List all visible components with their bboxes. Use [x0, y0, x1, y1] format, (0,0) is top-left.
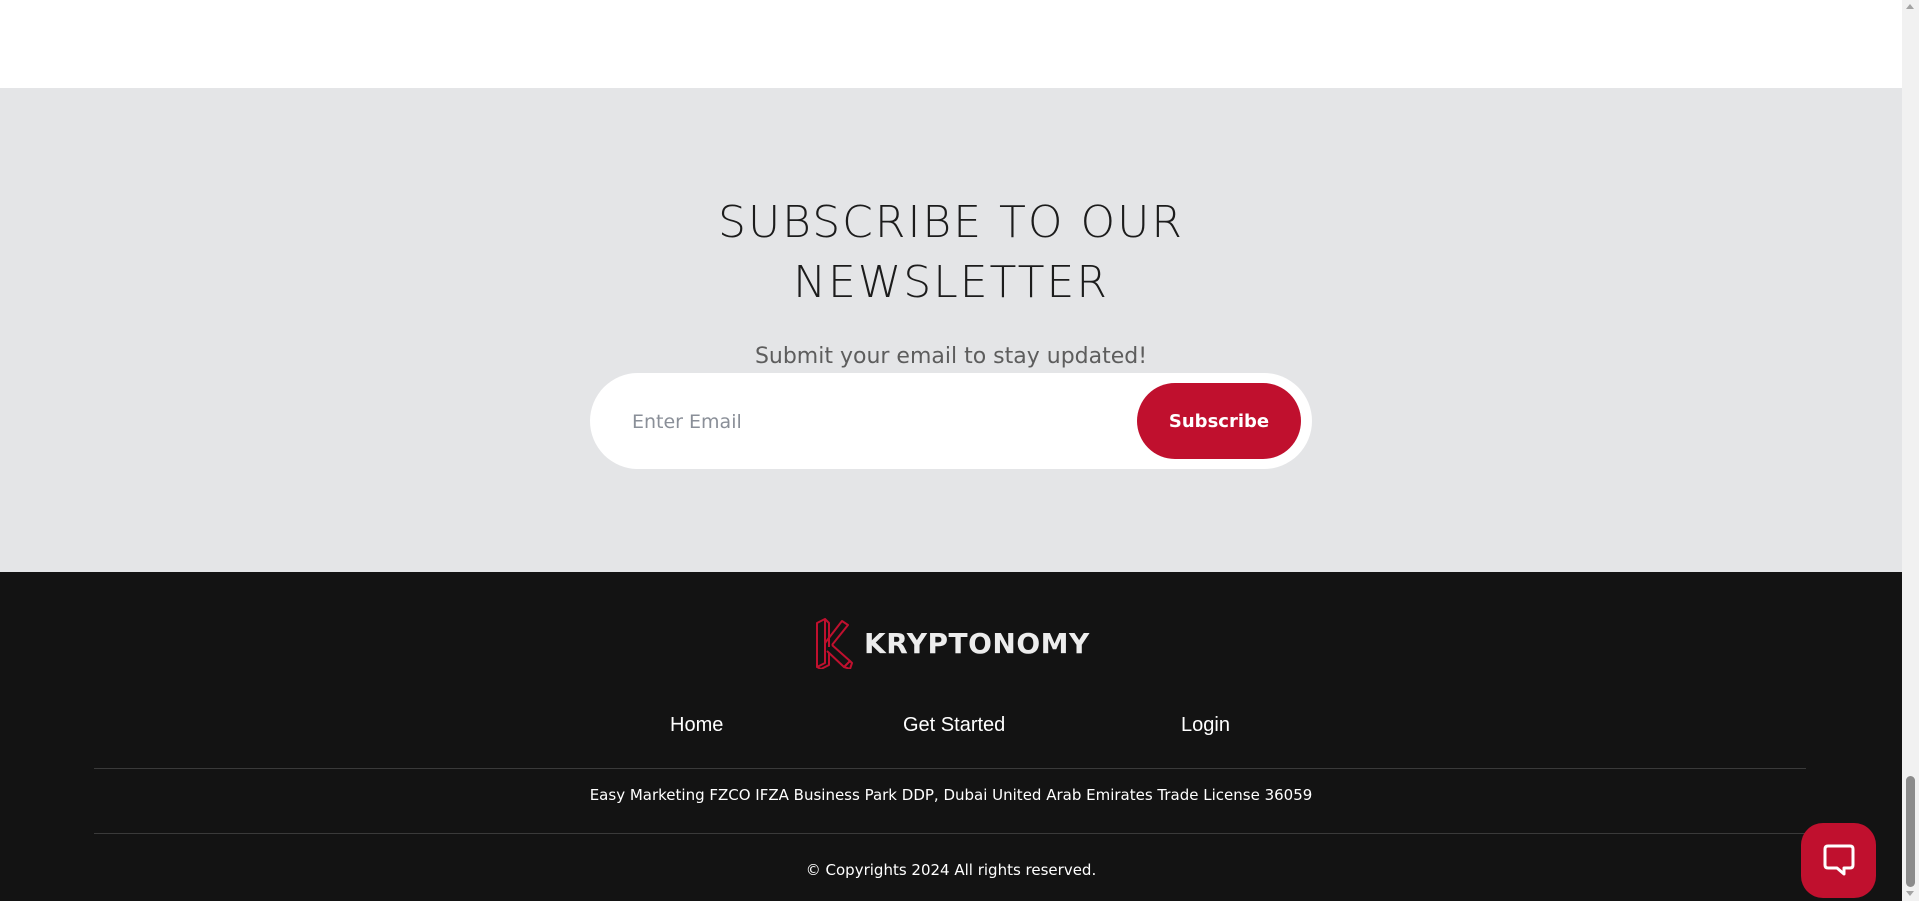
- newsletter-subtitle: Submit your email to stay updated!: [754, 344, 1148, 369]
- footer-logo[interactable]: KRYPTONOMY: [814, 617, 1094, 671]
- newsletter-title-line-1: SUBSCRIBE TO OUR: [718, 197, 1184, 248]
- scroll-up-arrow-icon[interactable]: [1906, 4, 1914, 9]
- kryptonomy-logo-icon: [816, 618, 853, 669]
- footer-link-home[interactable]: Home: [670, 714, 723, 737]
- scroll-down-arrow-icon[interactable]: [1906, 891, 1914, 896]
- newsletter-title: SUBSCRIBE TO OUR NEWSLETTER: [0, 193, 1902, 313]
- site-footer: KRYPTONOMY Home Get Started Login Easy M…: [0, 572, 1902, 901]
- newsletter-form: Subscribe: [590, 373, 1312, 469]
- footer-divider: [94, 833, 1806, 834]
- company-address: Easy Marketing FZCO IFZA Business Park D…: [589, 786, 1313, 804]
- footer-divider: [94, 768, 1806, 769]
- newsletter-title-line-2: NEWSLETTER: [793, 257, 1109, 308]
- chat-bubble-icon: [1823, 844, 1855, 876]
- vertical-scrollbar[interactable]: [1902, 0, 1919, 901]
- footer-link-get-started[interactable]: Get Started: [903, 714, 1005, 737]
- logo-wordmark: KRYPTONOMY: [864, 627, 1090, 660]
- scrollbar-thumb[interactable]: [1906, 776, 1915, 887]
- subscribe-button[interactable]: Subscribe: [1137, 383, 1301, 459]
- footer-link-login[interactable]: Login: [1181, 714, 1230, 737]
- content-area-top: [0, 0, 1902, 88]
- chat-widget-button[interactable]: [1801, 823, 1876, 898]
- copyright-text: © Copyrights 2024 All rights reserved.: [805, 861, 1097, 879]
- newsletter-section: SUBSCRIBE TO OUR NEWSLETTER Submit your …: [0, 88, 1902, 572]
- page: SUBSCRIBE TO OUR NEWSLETTER Submit your …: [0, 0, 1919, 901]
- email-input[interactable]: [630, 397, 1114, 447]
